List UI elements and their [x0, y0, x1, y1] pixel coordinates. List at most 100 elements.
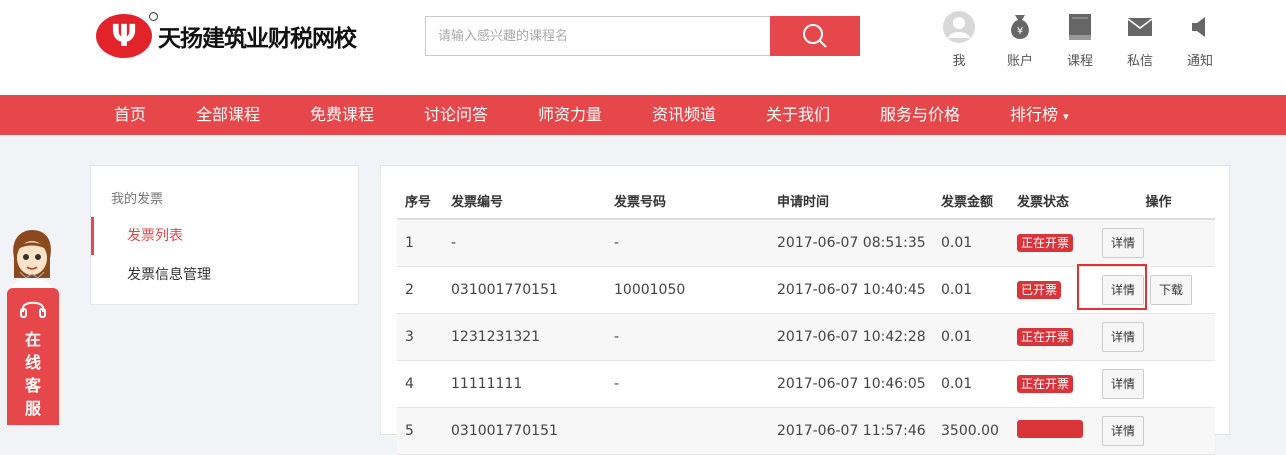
- toolbar-messages-label: 私信: [1126, 54, 1153, 69]
- status-badge: [1017, 420, 1083, 438]
- invoice-list-panel: 序号 发票编号 发票号码 申请时间 发票金额 发票状态 操作 1 - - 201…: [380, 165, 1230, 455]
- search-button[interactable]: [770, 16, 860, 56]
- cell-amount: 3500.00: [933, 407, 1009, 455]
- customer-service-avatar[interactable]: [6, 228, 58, 288]
- cell-status: [1009, 407, 1094, 455]
- col-header-no: 序号: [397, 182, 443, 220]
- nav-item-all-courses[interactable]: 全部课程: [196, 95, 260, 135]
- cell-no: 5: [397, 407, 443, 455]
- cell-time: 2017-06-07 11:57:46: [769, 407, 933, 455]
- header: Ψ 天扬建筑业财税网校 我 ¥ 账户: [0, 0, 1286, 95]
- cell-time: 2017-06-07 10:46:05: [769, 360, 933, 408]
- agent-avatar-icon: [12, 230, 52, 288]
- toolbar-notifications-label: 通知: [1186, 54, 1213, 69]
- site-logo[interactable]: Ψ 天扬建筑业财税网校: [96, 12, 357, 58]
- sidebar-item-invoice-list[interactable]: 发票列表: [91, 217, 358, 255]
- invoice-sidebar: 我的发票 发票列表 发票信息管理: [90, 165, 359, 305]
- cell-actions: 详情: [1094, 360, 1215, 408]
- toolbar-account-label: 账户: [1006, 54, 1033, 69]
- sidebar-item-invoice-info[interactable]: 发票信息管理: [91, 256, 358, 294]
- headset-icon: [20, 301, 46, 318]
- cell-time: 2017-06-07 08:51:35: [769, 219, 933, 267]
- cell-amount: 0.01: [933, 313, 1009, 361]
- cell-no: 4: [397, 360, 443, 408]
- col-header-code: 发票编号: [443, 182, 606, 220]
- nav-item-about[interactable]: 关于我们: [766, 95, 830, 135]
- cell-code: 1231231321: [443, 313, 606, 361]
- cell-status: 正在开票: [1009, 360, 1094, 408]
- table-row: 4 11111111 - 2017-06-07 10:46:05 0.01 正在…: [397, 360, 1215, 408]
- table-row: 5 031001770151 2017-06-07 11:57:46 3500.…: [397, 407, 1215, 455]
- search-input[interactable]: [425, 16, 771, 56]
- col-header-status: 发票状态: [1009, 182, 1094, 220]
- detail-button[interactable]: 详情: [1102, 369, 1145, 399]
- svg-text:¥: ¥: [1017, 26, 1023, 37]
- detail-button[interactable]: 详情: [1102, 416, 1145, 446]
- table-header-row: 序号 发票编号 发票号码 申请时间 发票金额 发票状态 操作: [397, 182, 1215, 220]
- detail-button[interactable]: 详情: [1102, 228, 1145, 258]
- logo-text: 天扬建筑业财税网校: [158, 25, 357, 52]
- nav-item-ranking-label: 排行榜: [1010, 105, 1059, 124]
- status-badge: 正在开票: [1017, 375, 1074, 393]
- cell-amount: 0.01: [933, 266, 1009, 314]
- customer-service-button[interactable]: 在 线 客 服: [7, 288, 59, 425]
- book-icon: [1069, 14, 1091, 40]
- table-row: 3 1231231321 - 2017-06-07 10:42:28 0.01 …: [397, 313, 1215, 361]
- sidebar-title: 我的发票: [111, 192, 164, 207]
- col-header-time: 申请时间: [769, 182, 933, 220]
- envelope-icon: [1127, 18, 1153, 36]
- cell-actions: 详情: [1094, 219, 1215, 267]
- cell-amount: 0.01: [933, 219, 1009, 267]
- cell-actions: 详情: [1094, 407, 1215, 455]
- cell-time: 2017-06-07 10:42:28: [769, 313, 933, 361]
- money-bag-icon: ¥: [1011, 15, 1029, 39]
- nav-item-pricing[interactable]: 服务与价格: [880, 95, 960, 135]
- cell-code: 11111111: [443, 360, 606, 408]
- toolbar-messages[interactable]: 私信: [1116, 10, 1164, 69]
- col-header-amount: 发票金额: [933, 182, 1009, 220]
- table-row: 1 - - 2017-06-07 08:51:35 0.01 正在开票 详情: [397, 219, 1215, 267]
- nav-item-discussion[interactable]: 讨论问答: [424, 95, 488, 135]
- nav-item-teachers[interactable]: 师资力量: [538, 95, 602, 135]
- status-badge: 已开票: [1017, 281, 1062, 299]
- cell-code: 031001770151: [443, 407, 606, 455]
- download-button[interactable]: 下载: [1150, 275, 1193, 305]
- cell-time: 2017-06-07 10:40:45: [769, 266, 933, 314]
- cell-number: -: [606, 219, 769, 267]
- main-nav: 首页 全部课程 免费课程 讨论问答 师资力量 资讯频道 关于我们 服务与价格 排…: [0, 95, 1286, 135]
- status-badge: 正在开票: [1017, 328, 1074, 346]
- cell-no: 2: [397, 266, 443, 314]
- cell-status: 已开票: [1009, 266, 1094, 314]
- speaker-icon: [1192, 17, 1205, 37]
- logo-mark-icon: Ψ: [96, 12, 158, 58]
- toolbar-notifications[interactable]: 通知: [1176, 10, 1224, 69]
- detail-button[interactable]: 详情: [1102, 275, 1145, 305]
- cell-actions: 详情: [1094, 313, 1215, 361]
- search-icon: [803, 24, 827, 48]
- cell-number: 10001050: [606, 266, 769, 314]
- cell-code: -: [443, 219, 606, 267]
- toolbar-account[interactable]: ¥ 账户: [996, 10, 1044, 69]
- toolbar-courses[interactable]: 课程: [1056, 10, 1104, 69]
- nav-item-home[interactable]: 首页: [114, 95, 146, 135]
- table-row: 2 031001770151 10001050 2017-06-07 10:40…: [397, 266, 1215, 314]
- toolbar-courses-label: 课程: [1066, 54, 1093, 69]
- cell-code: 031001770151: [443, 266, 606, 314]
- detail-button[interactable]: 详情: [1102, 322, 1145, 352]
- cell-amount: 0.01: [933, 360, 1009, 408]
- invoice-table: 序号 发票编号 发票号码 申请时间 发票金额 发票状态 操作 1 - - 201…: [397, 182, 1215, 455]
- cell-number: -: [606, 313, 769, 361]
- toolbar-profile[interactable]: 我: [935, 10, 983, 69]
- customer-service-label: 在 线 客 服: [24, 330, 41, 418]
- cell-number: -: [606, 360, 769, 408]
- cell-status: 正在开票: [1009, 219, 1094, 267]
- col-header-number: 发票号码: [606, 182, 769, 220]
- cell-actions: 详情 下载: [1094, 266, 1215, 314]
- nav-item-ranking[interactable]: 排行榜 ▾: [1010, 95, 1069, 135]
- nav-item-news[interactable]: 资讯频道: [652, 95, 716, 135]
- nav-item-free-courses[interactable]: 免费课程: [310, 95, 374, 135]
- col-header-actions: 操作: [1094, 182, 1215, 220]
- user-avatar-icon: [943, 11, 975, 43]
- toolbar-profile-label: 我: [952, 54, 966, 69]
- cell-no: 1: [397, 219, 443, 267]
